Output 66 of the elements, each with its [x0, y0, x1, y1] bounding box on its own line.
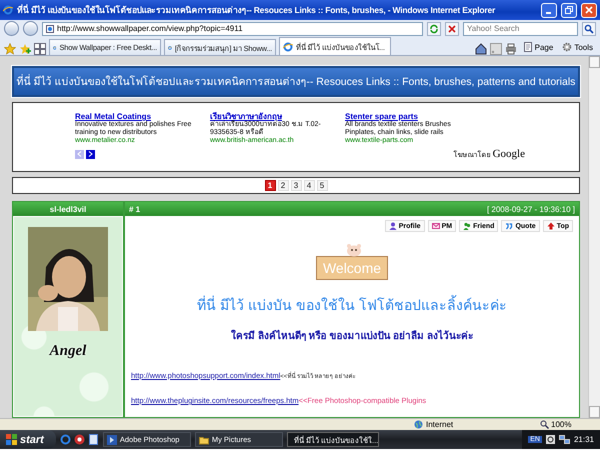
- envelope-icon: [432, 222, 440, 230]
- toolbar-menu[interactable]: Tools: [559, 39, 596, 55]
- restore-button[interactable]: [561, 2, 577, 18]
- refresh-button[interactable]: [427, 22, 441, 36]
- restore-icon: [565, 6, 573, 14]
- printer-icon[interactable]: [504, 43, 517, 55]
- security-zone: Internet: [426, 420, 454, 429]
- ad-link[interactable]: Real Metal Coatings: [75, 113, 200, 121]
- zoom-level[interactable]: 100%: [551, 420, 572, 429]
- arrow-up-icon: [546, 222, 555, 230]
- page-link[interactable]: 5: [316, 180, 328, 191]
- network-icon[interactable]: [558, 435, 570, 444]
- browser-icon: [283, 42, 293, 52]
- pig-icon: [346, 243, 362, 257]
- page-link[interactable]: 4: [304, 180, 314, 191]
- next-button[interactable]: [86, 150, 95, 158]
- search-button[interactable]: [582, 22, 596, 36]
- post-number: # 1: [129, 204, 140, 214]
- windows-logo-icon: [6, 434, 17, 445]
- page-link[interactable]: 3: [290, 180, 302, 191]
- media-icon[interactable]: [74, 434, 85, 445]
- clock: 21:31: [574, 435, 594, 444]
- add-favorite-icon[interactable]: [19, 43, 31, 55]
- rank-title: Angel: [50, 343, 86, 360]
- browser-icon[interactable]: [60, 434, 71, 445]
- scrollbar[interactable]: [588, 56, 600, 418]
- page-link[interactable]: 1: [264, 180, 276, 191]
- close-icon: [585, 6, 593, 14]
- refresh-icon: [429, 24, 439, 34]
- address-field[interactable]: http://www.showwallpaper.com/view.php?topic=4911: [42, 22, 423, 36]
- ads-brand: Google: [492, 148, 525, 160]
- chevron-right-icon: [88, 151, 93, 157]
- browser-icon: [3, 5, 13, 15]
- close-button[interactable]: [581, 2, 597, 18]
- document-icon[interactable]: [88, 434, 99, 445]
- stop-icon: [447, 24, 457, 34]
- post-date: [ 2008-09-27 - 19:36:10 ]: [486, 204, 575, 214]
- window-title: ที่นี่ มีไว้ แบ่งบันของใช้ในโฟโต้ชอปและรวมเทคนิคการสอนต่างๆ-- Resouces Links :: Fonts, brushes, - Windows Internet Explorer: [17, 3, 496, 17]
- post-subheading: ใครมี ลิงค์ไหนดีๆ หรือ ของมาแบ่งปัน อย่าลืม ลงไว้นะค่ะ: [231, 328, 473, 343]
- page-icon: [522, 42, 533, 52]
- ad-link[interactable]: Stenter spare parts: [345, 113, 470, 121]
- tab-grid-icon[interactable]: [34, 43, 46, 55]
- folder-icon: [198, 434, 209, 444]
- gear-icon: [562, 42, 572, 52]
- people-icon: [463, 222, 472, 230]
- page-link[interactable]: 2: [278, 180, 288, 191]
- star-icon[interactable]: [4, 43, 16, 55]
- zoom-icon: [540, 420, 549, 429]
- stop-button[interactable]: [445, 22, 459, 36]
- forward-button[interactable]: [23, 21, 38, 36]
- author-name: sl-ledl3vil: [13, 202, 123, 216]
- photoshop-icon: [106, 434, 117, 444]
- page-icon: [46, 24, 54, 32]
- ad-link[interactable]: เรียนวิชาภาษาอังกฤษ: [210, 113, 335, 121]
- minimize-button[interactable]: [541, 2, 557, 18]
- start-button[interactable]: start: [0, 430, 56, 449]
- globe-icon: [414, 420, 423, 429]
- search-icon: [584, 24, 594, 34]
- chevron-left-icon: [77, 151, 82, 157]
- back-button[interactable]: [4, 21, 19, 36]
- toolbar-menu[interactable]: Page: [520, 39, 556, 55]
- post-heading: ที่นี่ มีไว้ แบ่งบัน ของใช้ใน โฟโต้ชอปและลิ้งค์นะค่ะ: [197, 294, 507, 315]
- search-field[interactable]: Yahoo! Search: [463, 22, 578, 36]
- page-banner: ที่นี่ มีไว้ แบ่งบันของใช้ในโฟโต้ชอปและรวมเทคนิคการสอนต่างๆ-- Resouces Links :: Fonts, brushes, patterns and tutorials: [12, 66, 580, 97]
- quote-icon: [505, 222, 514, 230]
- person-icon: [388, 222, 397, 230]
